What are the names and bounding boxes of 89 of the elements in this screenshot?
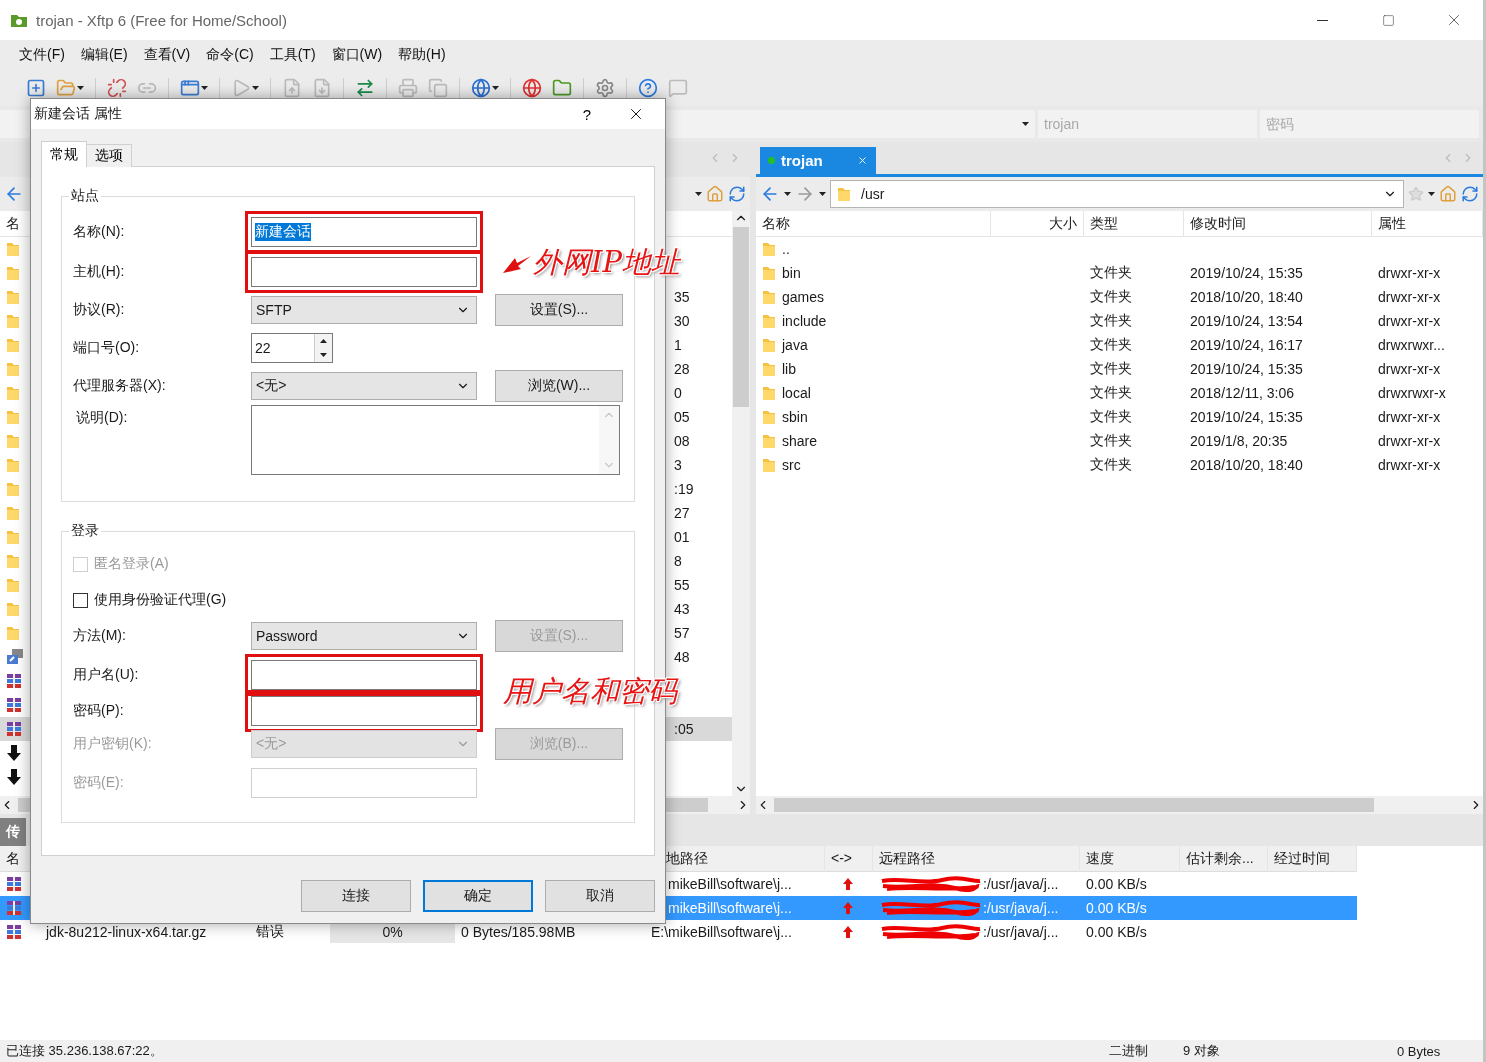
field-label: 端口号(O): bbox=[73, 339, 141, 357]
field-label: 密码(E): bbox=[73, 774, 125, 792]
table-cell-text: 0.00 KB/s bbox=[1085, 924, 1148, 940]
table-cell-text: mikeBill\software\j... bbox=[667, 900, 793, 916]
table-cell-text: mikeBill\software\j... bbox=[667, 876, 793, 892]
file-name: .. bbox=[781, 241, 791, 257]
field-label: 说明(D): bbox=[75, 408, 129, 427]
table-cell-text: 08 bbox=[673, 433, 691, 449]
table-cell-text: 0 Bytes/185.98MB bbox=[460, 924, 577, 940]
table-cell-text: drwxr-xr-x bbox=[1377, 289, 1442, 305]
table-cell-text: drwxrwxr... bbox=[1377, 337, 1446, 353]
table-cell-text: 2019/10/24, 15:35 bbox=[1189, 361, 1304, 377]
annotation-text: 用户名和密码 bbox=[503, 673, 677, 710]
table-cell-text: 0.00 KB/s bbox=[1085, 876, 1148, 892]
table-cell-text: 2018/12/11, 3:06 bbox=[1189, 385, 1296, 401]
table-cell-text: 文件夹 bbox=[1089, 264, 1133, 282]
table-cell-text: 28 bbox=[673, 361, 691, 377]
field-value: 新建会话 bbox=[255, 223, 311, 241]
file-name: lib bbox=[781, 361, 797, 377]
table-cell-text: 文件夹 bbox=[1089, 408, 1133, 426]
file-name: jdk-8u212-linux-x64.tar.gz bbox=[44, 924, 208, 940]
field-label: 密码(P): bbox=[73, 702, 125, 720]
table-cell-text: 3 bbox=[673, 457, 683, 473]
field-label: 名称(N): bbox=[73, 223, 126, 241]
table-cell: :/usr/java/j... bbox=[983, 924, 1059, 940]
table-cell-text: drwxr-xr-x bbox=[1377, 457, 1442, 473]
table-cell-text: 文件夹 bbox=[1089, 360, 1133, 378]
table-cell-text: 0.00 KB/s bbox=[1085, 900, 1148, 916]
file-name: src bbox=[781, 457, 802, 473]
table-cell-text: 2019/1/8, 20:35 bbox=[1189, 433, 1289, 449]
table-cell-text: 文件夹 bbox=[1089, 288, 1133, 306]
field-label: 方法(M): bbox=[73, 627, 127, 645]
file-name: java bbox=[780, 337, 809, 353]
file-name: share bbox=[781, 433, 819, 449]
table-cell-text: drwxr-xr-x bbox=[1377, 433, 1442, 449]
table-cell-text: 1 bbox=[673, 337, 683, 353]
file-name: include bbox=[781, 313, 828, 329]
table-cell-text: 43 bbox=[673, 601, 691, 617]
table-cell-text: 2019/10/24, 15:35 bbox=[1189, 265, 1304, 281]
table-cell-text: :05 bbox=[673, 721, 695, 737]
table-cell-text: 文件夹 bbox=[1089, 384, 1133, 402]
table-cell-text: 2019/10/24, 15:35 bbox=[1189, 409, 1304, 425]
group-title: 站点 bbox=[70, 187, 100, 205]
table-cell-text: 2019/10/24, 13:54 bbox=[1189, 313, 1304, 329]
status-text: 0 Bytes bbox=[1397, 1043, 1442, 1059]
dialog-title: 新建会话 属性 bbox=[34, 105, 123, 123]
table-cell: :/usr/java/j... bbox=[983, 876, 1059, 892]
status-text: 已连接 35.236.138.67:22。 bbox=[6, 1042, 164, 1060]
table-cell: :/usr/java/j... bbox=[983, 900, 1059, 916]
table-cell-text: drwxr-xr-x bbox=[1377, 361, 1442, 377]
field-label: 用户密钥(K): bbox=[73, 735, 153, 753]
table-cell-text: 27 bbox=[673, 505, 691, 521]
file-name: bin bbox=[781, 265, 802, 281]
table-cell-text: drwxrwxr-x bbox=[1377, 385, 1447, 401]
table-cell-text: 文件夹 bbox=[1089, 456, 1133, 474]
table-cell-text: E:\mikeBill\software\j... bbox=[650, 924, 793, 940]
table-cell-text: 57 bbox=[673, 625, 691, 641]
table-cell-text: 2018/10/20, 18:40 bbox=[1189, 457, 1304, 473]
field-label: 代理服务器(X): bbox=[73, 377, 167, 395]
table-cell-text: drwxr-xr-x bbox=[1377, 409, 1442, 425]
table-cell-text: 30 bbox=[673, 313, 691, 329]
table-cell-text: drwxr-xr-x bbox=[1377, 265, 1442, 281]
table-cell-text: 55 bbox=[673, 577, 691, 593]
table-cell-text: :19 bbox=[673, 481, 695, 497]
status-text: 9 对象 bbox=[1183, 1042, 1221, 1060]
table-cell-text: drwxr-xr-x bbox=[1377, 313, 1442, 329]
table-cell-text: 2019/10/24, 16:17 bbox=[1189, 337, 1304, 353]
table-cell-text: 48 bbox=[673, 649, 691, 665]
progress-text: 0% bbox=[382, 924, 403, 940]
table-cell-text: 2018/10/20, 18:40 bbox=[1189, 289, 1304, 305]
table-cell-text: 文件夹 bbox=[1089, 336, 1133, 354]
status-text: 二进制 bbox=[1109, 1042, 1149, 1060]
table-cell-text: 8 bbox=[673, 553, 683, 569]
table-cell-text: 35 bbox=[673, 289, 691, 305]
annotation-text: 外网IP地址 bbox=[533, 244, 680, 281]
status-text: 错误 bbox=[255, 923, 285, 941]
window-title: trojan - Xftp 6 (Free for Home/School) bbox=[36, 11, 288, 29]
table-cell-text: 05 bbox=[673, 409, 691, 425]
file-name: games bbox=[781, 289, 826, 305]
table-cell-text: 文件夹 bbox=[1089, 312, 1133, 330]
table-cell-text: 01 bbox=[673, 529, 691, 545]
field-label: 主机(H): bbox=[73, 263, 126, 281]
file-name: sbin bbox=[781, 409, 809, 425]
table-cell-text: 0 bbox=[673, 385, 683, 401]
field-label: 协议(R): bbox=[73, 301, 126, 319]
file-name: local bbox=[781, 385, 812, 401]
field-label: 用户名(U): bbox=[73, 666, 140, 684]
group-title: 登录 bbox=[70, 522, 100, 540]
table-cell-text: 文件夹 bbox=[1089, 432, 1133, 450]
